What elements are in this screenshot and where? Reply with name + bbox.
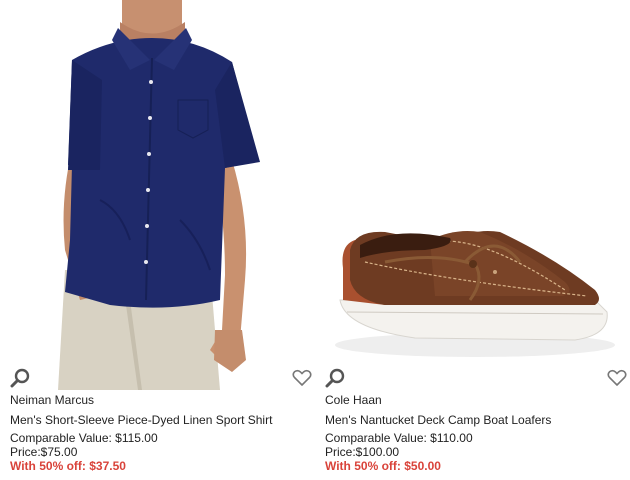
product-brand: Cole Haan: [325, 393, 382, 407]
magnifier-icon[interactable]: [10, 367, 32, 389]
sale-price: With 50% off: $50.00: [325, 459, 441, 473]
product-price: Price:$100.00: [325, 445, 400, 459]
comparable-value: Comparable Value: $115.00: [10, 431, 158, 445]
product-title-link[interactable]: Men's Short-Sleeve Piece-Dyed Linen Spor…: [10, 413, 272, 427]
comparable-value: Comparable Value: $110.00: [325, 431, 473, 445]
product-grid: Neiman Marcus Men's Short-Sleeve Piece-D…: [0, 0, 630, 480]
heart-outline-icon[interactable]: [606, 367, 628, 389]
sale-price: With 50% off: $37.50: [10, 459, 126, 473]
heart-outline-icon[interactable]: [291, 367, 313, 389]
product-image-loafer[interactable]: [325, 0, 625, 390]
product-price: Price:$75.00: [10, 445, 78, 459]
product-card-loafer[interactable]: Cole Haan Men's Nantucket Deck Camp Boat…: [325, 0, 628, 480]
magnifier-icon[interactable]: [325, 367, 347, 389]
product-brand: Neiman Marcus: [10, 393, 95, 407]
product-card-shirt[interactable]: Neiman Marcus Men's Short-Sleeve Piece-D…: [10, 0, 313, 480]
product-title-link[interactable]: Men's Nantucket Deck Camp Boat Loafers: [325, 413, 551, 427]
product-image-shirt[interactable]: [10, 0, 310, 390]
